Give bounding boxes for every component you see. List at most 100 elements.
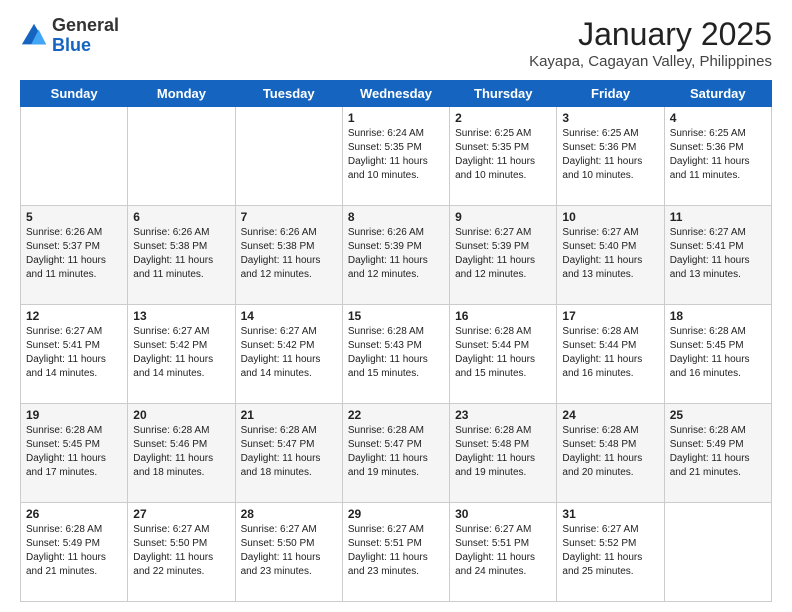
day-number: 18 bbox=[670, 309, 766, 323]
day-number: 10 bbox=[562, 210, 658, 224]
calendar-cell: 6Sunrise: 6:26 AM Sunset: 5:38 PM Daylig… bbox=[128, 206, 235, 305]
day-info: Sunrise: 6:26 AM Sunset: 5:39 PM Dayligh… bbox=[348, 226, 444, 282]
day-info: Sunrise: 6:28 AM Sunset: 5:47 PM Dayligh… bbox=[348, 424, 444, 480]
calendar-cell: 31 Sunrise: 6:27 AM Sunset: 5:52 PM Dayli… bbox=[557, 503, 664, 602]
weekday-wednesday: Wednesday bbox=[342, 81, 449, 107]
page: General Blue January 2025 Kayapa, Cagaya… bbox=[0, 0, 792, 612]
calendar-cell: 22 Sunrise: 6:28 AM Sunset: 5:47 PM Dayli… bbox=[342, 404, 449, 503]
calendar-cell: 15Sunrise: 6:28 AM Sunset: 5:43 PM Dayli… bbox=[342, 305, 449, 404]
day-number: 22 bbox=[348, 408, 444, 422]
day-number: 4 bbox=[670, 111, 766, 125]
day-info: Sunrise: 6:28 AM Sunset: 5:47 PM Dayligh… bbox=[241, 424, 337, 480]
calendar-cell: 2 Sunrise: 6:25 AM Sunset: 5:35 PM Daylig… bbox=[450, 107, 557, 206]
day-info: Sunrise: 6:26 AM Sunset: 5:38 PM Dayligh… bbox=[133, 226, 229, 282]
calendar-cell: 9Sunrise: 6:27 AM Sunset: 5:39 PM Daylig… bbox=[450, 206, 557, 305]
week-row-2: 5 Sunrise: 6:26 AM Sunset: 5:37 PM Daylig… bbox=[21, 206, 772, 305]
day-info: Sunrise: 6:27 AM Sunset: 5:52 PM Dayligh… bbox=[562, 523, 658, 579]
day-info: Sunrise: 6:27 AM Sunset: 5:42 PM Dayligh… bbox=[241, 325, 337, 381]
day-info: Sunrise: 6:25 AM Sunset: 5:35 PM Dayligh… bbox=[455, 127, 551, 183]
day-number: 12 bbox=[26, 309, 122, 323]
day-number: 23 bbox=[455, 408, 551, 422]
calendar-cell: 3 Sunrise: 6:25 AM Sunset: 5:36 PM Daylig… bbox=[557, 107, 664, 206]
logo-blue: Blue bbox=[52, 36, 119, 56]
day-number: 5 bbox=[26, 210, 122, 224]
calendar-cell: 12Sunrise: 6:27 AM Sunset: 5:41 PM Dayli… bbox=[21, 305, 128, 404]
day-info: Sunrise: 6:27 AM Sunset: 5:50 PM Dayligh… bbox=[133, 523, 229, 579]
day-info: Sunrise: 6:27 AM Sunset: 5:41 PM Dayligh… bbox=[670, 226, 766, 282]
day-number: 29 bbox=[348, 507, 444, 521]
calendar-table: SundayMondayTuesdayWednesdayThursdayFrid… bbox=[20, 80, 772, 602]
day-number: 17 bbox=[562, 309, 658, 323]
weekday-header-row: SundayMondayTuesdayWednesdayThursdayFrid… bbox=[21, 81, 772, 107]
day-info: Sunrise: 6:28 AM Sunset: 5:48 PM Dayligh… bbox=[562, 424, 658, 480]
day-info: Sunrise: 6:25 AM Sunset: 5:36 PM Dayligh… bbox=[670, 127, 766, 183]
location: Kayapa, Cagayan Valley, Philippines bbox=[529, 53, 772, 70]
weekday-thursday: Thursday bbox=[450, 81, 557, 107]
calendar-cell bbox=[664, 503, 771, 602]
day-number: 31 bbox=[562, 507, 658, 521]
calendar-cell: 25Sunrise: 6:28 AM Sunset: 5:49 PM Dayli… bbox=[664, 404, 771, 503]
week-row-3: 12Sunrise: 6:27 AM Sunset: 5:41 PM Dayli… bbox=[21, 305, 772, 404]
weekday-sunday: Sunday bbox=[21, 81, 128, 107]
calendar-cell: 29 Sunrise: 6:27 AM Sunset: 5:51 PM Dayli… bbox=[342, 503, 449, 602]
day-info: Sunrise: 6:27 AM Sunset: 5:51 PM Dayligh… bbox=[455, 523, 551, 579]
weekday-monday: Monday bbox=[128, 81, 235, 107]
day-info: Sunrise: 6:28 AM Sunset: 5:48 PM Dayligh… bbox=[455, 424, 551, 480]
calendar-cell: 1 Sunrise: 6:24 AM Sunset: 5:35 PM Daylig… bbox=[342, 107, 449, 206]
day-info: Sunrise: 6:28 AM Sunset: 5:45 PM Dayligh… bbox=[670, 325, 766, 381]
day-info: Sunrise: 6:27 AM Sunset: 5:42 PM Dayligh… bbox=[133, 325, 229, 381]
week-row-4: 19 Sunrise: 6:28 AM Sunset: 5:45 PM Dayli… bbox=[21, 404, 772, 503]
calendar-cell: 28 Sunrise: 6:27 AM Sunset: 5:50 PM Dayli… bbox=[235, 503, 342, 602]
day-info: Sunrise: 6:28 AM Sunset: 5:44 PM Dayligh… bbox=[562, 325, 658, 381]
weekday-saturday: Saturday bbox=[664, 81, 771, 107]
day-info: Sunrise: 6:28 AM Sunset: 5:45 PM Dayligh… bbox=[26, 424, 122, 480]
day-info: Sunrise: 6:27 AM Sunset: 5:51 PM Dayligh… bbox=[348, 523, 444, 579]
calendar-cell: 18 Sunrise: 6:28 AM Sunset: 5:45 PM Dayli… bbox=[664, 305, 771, 404]
calendar-cell: 8 Sunrise: 6:26 AM Sunset: 5:39 PM Daylig… bbox=[342, 206, 449, 305]
day-number: 19 bbox=[26, 408, 122, 422]
day-number: 7 bbox=[241, 210, 337, 224]
day-number: 25 bbox=[670, 408, 766, 422]
day-info: Sunrise: 6:27 AM Sunset: 5:50 PM Dayligh… bbox=[241, 523, 337, 579]
day-number: 1 bbox=[348, 111, 444, 125]
day-info: Sunrise: 6:25 AM Sunset: 5:36 PM Dayligh… bbox=[562, 127, 658, 183]
day-number: 8 bbox=[348, 210, 444, 224]
calendar-cell: 30Sunrise: 6:27 AM Sunset: 5:51 PM Dayli… bbox=[450, 503, 557, 602]
day-info: Sunrise: 6:28 AM Sunset: 5:43 PM Dayligh… bbox=[348, 325, 444, 381]
day-number: 26 bbox=[26, 507, 122, 521]
week-row-1: 1 Sunrise: 6:24 AM Sunset: 5:35 PM Daylig… bbox=[21, 107, 772, 206]
day-number: 24 bbox=[562, 408, 658, 422]
calendar-cell: 7Sunrise: 6:26 AM Sunset: 5:38 PM Daylig… bbox=[235, 206, 342, 305]
day-info: Sunrise: 6:28 AM Sunset: 5:46 PM Dayligh… bbox=[133, 424, 229, 480]
calendar-cell: 21 Sunrise: 6:28 AM Sunset: 5:47 PM Dayli… bbox=[235, 404, 342, 503]
day-number: 16 bbox=[455, 309, 551, 323]
calendar-cell: 16 Sunrise: 6:28 AM Sunset: 5:44 PM Dayli… bbox=[450, 305, 557, 404]
calendar-cell: 24 Sunrise: 6:28 AM Sunset: 5:48 PM Dayli… bbox=[557, 404, 664, 503]
day-number: 20 bbox=[133, 408, 229, 422]
logo: General Blue bbox=[20, 16, 119, 56]
day-number: 27 bbox=[133, 507, 229, 521]
day-number: 28 bbox=[241, 507, 337, 521]
day-number: 14 bbox=[241, 309, 337, 323]
calendar-cell: 17 Sunrise: 6:28 AM Sunset: 5:44 PM Dayli… bbox=[557, 305, 664, 404]
logo-text: General Blue bbox=[52, 16, 119, 56]
day-number: 21 bbox=[241, 408, 337, 422]
calendar-cell: 20 Sunrise: 6:28 AM Sunset: 5:46 PM Dayli… bbox=[128, 404, 235, 503]
day-number: 13 bbox=[133, 309, 229, 323]
logo-general: General bbox=[52, 16, 119, 36]
calendar-cell: 4 Sunrise: 6:25 AM Sunset: 5:36 PM Daylig… bbox=[664, 107, 771, 206]
week-row-5: 26Sunrise: 6:28 AM Sunset: 5:49 PM Dayli… bbox=[21, 503, 772, 602]
calendar-cell bbox=[128, 107, 235, 206]
calendar-cell: 5 Sunrise: 6:26 AM Sunset: 5:37 PM Daylig… bbox=[21, 206, 128, 305]
calendar-cell: 14 Sunrise: 6:27 AM Sunset: 5:42 PM Dayli… bbox=[235, 305, 342, 404]
day-info: Sunrise: 6:28 AM Sunset: 5:44 PM Dayligh… bbox=[455, 325, 551, 381]
calendar-cell: 11Sunrise: 6:27 AM Sunset: 5:41 PM Dayli… bbox=[664, 206, 771, 305]
day-number: 2 bbox=[455, 111, 551, 125]
calendar-cell bbox=[21, 107, 128, 206]
calendar-cell: 10Sunrise: 6:27 AM Sunset: 5:40 PM Dayli… bbox=[557, 206, 664, 305]
day-info: Sunrise: 6:26 AM Sunset: 5:37 PM Dayligh… bbox=[26, 226, 122, 282]
day-info: Sunrise: 6:24 AM Sunset: 5:35 PM Dayligh… bbox=[348, 127, 444, 183]
calendar-cell: 13 Sunrise: 6:27 AM Sunset: 5:42 PM Dayli… bbox=[128, 305, 235, 404]
day-number: 3 bbox=[562, 111, 658, 125]
calendar-cell: 19 Sunrise: 6:28 AM Sunset: 5:45 PM Dayli… bbox=[21, 404, 128, 503]
